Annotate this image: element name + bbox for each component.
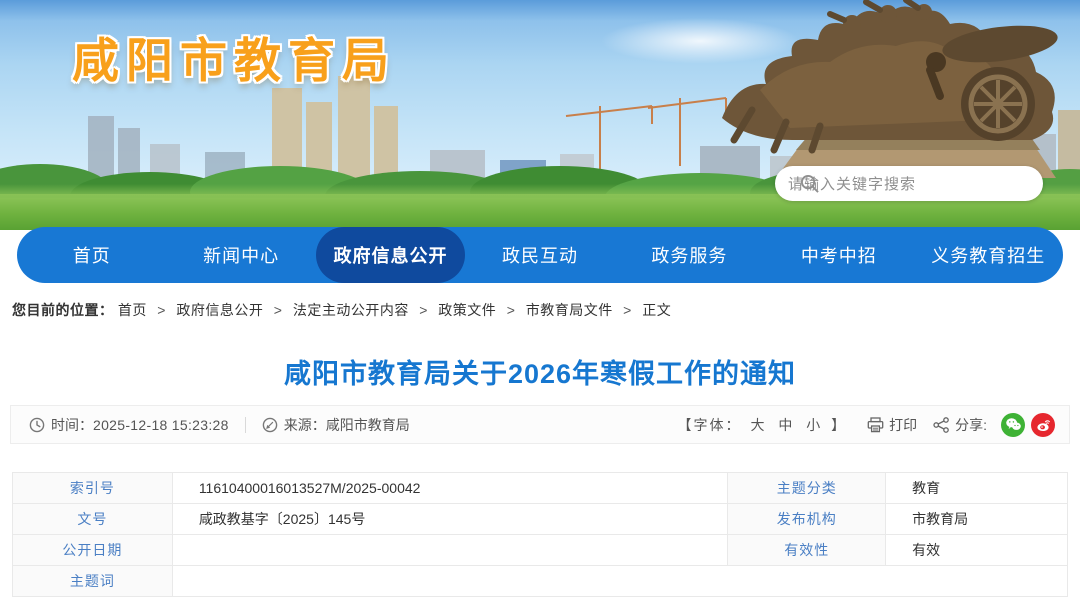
table-row: 索引号 11610400016013527M/2025-00042 主题分类 教… <box>13 473 1068 504</box>
font-size-medium[interactable]: 中 <box>778 417 794 433</box>
time-label: 时间： <box>51 415 93 435</box>
breadcrumb-separator: > <box>507 302 516 318</box>
breadcrumb-legal-disclosure[interactable]: 法定主动公开内容 <box>293 302 409 318</box>
font-size-large[interactable]: 大 <box>750 417 766 433</box>
source-icon <box>262 417 278 433</box>
print-label: 打印 <box>889 415 917 435</box>
search-icon <box>800 174 819 193</box>
issuing-agency-value: 市教育局 <box>886 504 1068 535</box>
breadcrumb-separator: > <box>419 302 428 318</box>
breadcrumb-bureau-docs[interactable]: 市教育局文件 <box>526 302 613 318</box>
nav-item-interaction[interactable]: 政民互动 <box>465 227 614 283</box>
doc-number-value: 咸政教基字〔2025〕145号 <box>172 504 728 535</box>
page: 咸阳市教育局 请输入关键字搜索 首页 新闻中心 政府信息公开 政民互动 政务服务… <box>0 0 1080 609</box>
breadcrumb-policy-docs[interactable]: 政策文件 <box>438 302 496 318</box>
topic-category-label: 主题分类 <box>728 473 886 504</box>
publish-date-label: 公开日期 <box>13 535 173 566</box>
search-input[interactable]: 请输入关键字搜索 <box>775 166 1043 201</box>
validity-label: 有效性 <box>728 535 886 566</box>
nav-item-news[interactable]: 新闻中心 <box>166 227 315 283</box>
nav-item-services[interactable]: 政务服务 <box>615 227 764 283</box>
breadcrumb-current: 正文 <box>642 302 671 318</box>
table-row: 文号 咸政教基字〔2025〕145号 发布机构 市教育局 <box>13 504 1068 535</box>
header-banner: 咸阳市教育局 请输入关键字搜索 <box>0 0 1080 230</box>
article-meta-bar: 时间： 2025-12-18 15:23:28 来源： 咸阳市教育局 【字体： … <box>10 405 1070 444</box>
site-logo[interactable]: 咸阳市教育局 <box>72 22 396 91</box>
index-number-value: 11610400016013527M/2025-00042 <box>172 473 728 504</box>
nav-item-home[interactable]: 首页 <box>17 227 166 283</box>
share-icon <box>933 417 950 433</box>
breadcrumb-separator: > <box>623 302 632 318</box>
font-size-small[interactable]: 小 <box>806 417 822 433</box>
breadcrumb-separator: > <box>274 302 283 318</box>
nav-item-enrollment[interactable]: 义务教育招生 <box>914 227 1063 283</box>
divider <box>245 417 246 433</box>
validity-value: 有效 <box>886 535 1068 566</box>
chariot-statue-graphic <box>700 0 1080 178</box>
printer-icon <box>867 417 884 433</box>
print-button[interactable]: 打印 <box>867 415 917 435</box>
keywords-value <box>172 566 1067 597</box>
table-row: 公开日期 有效性 有效 <box>13 535 1068 566</box>
breadcrumb-separator: > <box>157 302 166 318</box>
table-row: 主题词 <box>13 566 1068 597</box>
topic-category-value: 教育 <box>886 473 1068 504</box>
source-label: 来源： <box>284 415 326 435</box>
issuing-agency-label: 发布机构 <box>728 504 886 535</box>
document-info-table: 索引号 11610400016013527M/2025-00042 主题分类 教… <box>12 472 1068 597</box>
publish-date-value <box>172 535 728 566</box>
font-label-open: 【字体： <box>678 417 742 433</box>
nav-item-exam[interactable]: 中考中招 <box>764 227 913 283</box>
breadcrumb: 您目前的位置： 首页 > 政府信息公开 > 法定主动公开内容 > 政策文件 > … <box>12 300 671 320</box>
weibo-share-icon[interactable] <box>1031 413 1055 437</box>
share-label: 分享: <box>955 415 987 435</box>
nav-item-gov-info[interactable]: 政府信息公开 <box>316 227 465 283</box>
page-title: 咸阳市教育局关于2026年寒假工作的通知 <box>0 352 1080 391</box>
publish-time: 2025-12-18 15:23:28 <box>93 417 229 433</box>
clock-icon <box>29 417 45 433</box>
font-size-control: 【字体： 大 中 小 】 <box>678 415 848 435</box>
doc-number-label: 文号 <box>13 504 173 535</box>
breadcrumb-gov-info[interactable]: 政府信息公开 <box>176 302 263 318</box>
index-number-label: 索引号 <box>13 473 173 504</box>
breadcrumb-prefix: 您目前的位置： <box>12 302 114 318</box>
breadcrumb-home[interactable]: 首页 <box>118 302 147 318</box>
keywords-label: 主题词 <box>13 566 173 597</box>
source-value: 咸阳市教育局 <box>326 415 410 435</box>
share-control[interactable]: 分享: <box>933 415 995 435</box>
main-nav: 首页 新闻中心 政府信息公开 政民互动 政务服务 中考中招 义务教育招生 <box>17 227 1063 283</box>
wechat-share-icon[interactable] <box>1001 413 1025 437</box>
font-label-close: 】 <box>831 417 847 433</box>
